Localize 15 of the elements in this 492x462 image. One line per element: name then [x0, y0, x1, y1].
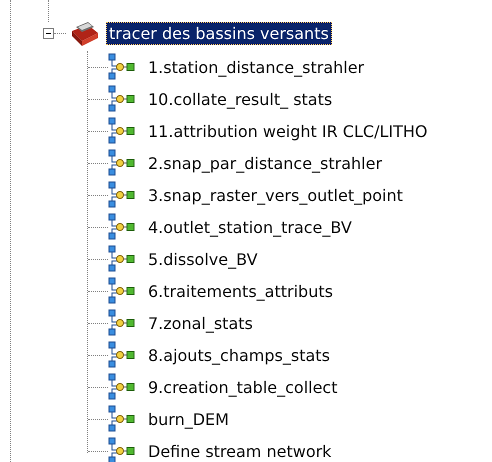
tree-item[interactable]: 9.creation_table_collect	[146, 378, 340, 396]
tree-item[interactable]: 11.attribution weight IR CLC/LITHO	[146, 122, 430, 140]
collapse-toggle[interactable]	[43, 28, 54, 38]
tree-item[interactable]: 3.snap_raster_vers_outlet_point	[146, 186, 405, 204]
tree-item[interactable]: 10.collate_result_ stats	[146, 90, 334, 108]
tree-item[interactable]: 4.outlet_station_trace_BV	[146, 218, 354, 236]
tree-item[interactable]: 2.snap_par_distance_strahler	[146, 154, 384, 172]
tree-item[interactable]: 8.ajouts_champs_stats	[146, 346, 332, 364]
tree-item[interactable]: tracer des bassins versants	[106, 22, 332, 44]
tree-item[interactable]: 6.traitements_attributs	[146, 282, 335, 300]
tree-item[interactable]: 7.zonal_stats	[146, 314, 255, 332]
tree-item[interactable]: burn_DEM	[146, 410, 231, 428]
tree-item[interactable]: 5.dissolve_BV	[146, 250, 260, 268]
tree-item[interactable]: 1.station_distance_strahler	[146, 58, 366, 76]
tree-item[interactable]: Define stream network	[146, 442, 334, 460]
